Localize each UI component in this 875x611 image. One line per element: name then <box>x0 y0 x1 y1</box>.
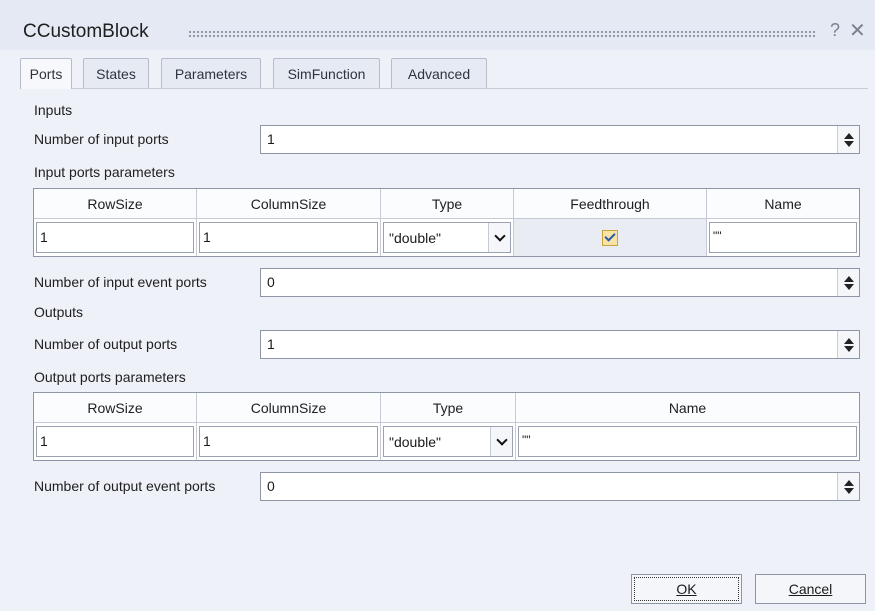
tab-bar: Ports States Parameters SimFunction Adva… <box>20 58 870 89</box>
chevron-down-icon <box>493 229 506 242</box>
spin-up-icon[interactable] <box>843 275 854 282</box>
num-output-event-ports-value: 0 <box>267 478 275 494</box>
columnsize-input[interactable]: 1 <box>199 426 378 457</box>
spin-arrows[interactable] <box>837 126 859 153</box>
table-header: RowSize ColumnSize Type Feedthrough Name <box>34 189 859 219</box>
num-input-ports-spinbox[interactable]: 1 <box>260 125 860 154</box>
num-output-ports-label: Number of output ports <box>34 336 178 352</box>
tab-label: SimFunction <box>287 65 366 82</box>
spin-down-icon[interactable] <box>843 487 854 494</box>
chevron-down-icon <box>495 433 508 446</box>
type-cell: "double" <box>381 423 516 460</box>
column-header: Type <box>381 393 516 422</box>
column-header: ColumnSize <box>197 393 381 422</box>
name-input[interactable]: "" <box>518 426 857 457</box>
type-select[interactable]: "double" <box>383 222 511 253</box>
tab-simfunction[interactable]: SimFunction <box>273 58 380 88</box>
spin-down-icon[interactable] <box>843 283 854 290</box>
num-input-ports-label: Number of input ports <box>34 131 169 147</box>
cancel-button-label: Cancel <box>788 581 833 597</box>
input-ports-table: RowSize ColumnSize Type Feedthrough Name… <box>33 188 860 257</box>
columnsize-cell: 1 <box>197 219 381 256</box>
spin-up-icon[interactable] <box>843 132 854 139</box>
num-input-event-ports-spinbox[interactable]: 0 <box>260 268 860 297</box>
table-row: 1 1 "double" "" <box>34 219 859 256</box>
spin-arrows[interactable] <box>837 269 859 296</box>
ports-panel: Inputs Number of input ports 1 Input por… <box>24 90 868 610</box>
dialog-window: CCustomBlock ? ✕ Ports States Parameters… <box>0 0 875 611</box>
type-dropdown-button[interactable] <box>488 223 510 252</box>
column-header: Name <box>668 399 707 416</box>
type-value: "double" <box>389 434 441 450</box>
tab-states[interactable]: States <box>83 58 149 88</box>
num-output-ports-value: 1 <box>267 336 275 352</box>
feedthrough-checkbox[interactable] <box>602 229 618 246</box>
spin-down-icon[interactable] <box>843 140 854 147</box>
output-ports-table: RowSize ColumnSize Type Name 1 1 "double… <box>33 392 860 461</box>
ok-button[interactable]: OK <box>631 574 742 604</box>
type-cell: "double" <box>381 219 514 256</box>
table-header: RowSize ColumnSize Type Name <box>34 393 859 423</box>
title-bar[interactable]: CCustomBlock ? ✕ <box>0 0 875 50</box>
title-grip <box>188 30 816 38</box>
name-cell: "" <box>707 219 859 256</box>
name-cell: "" <box>516 423 859 460</box>
tab-label: States <box>96 65 136 82</box>
tab-label: Ports <box>29 66 63 82</box>
table-row: 1 1 "double" "" <box>34 423 859 460</box>
rowsize-cell: 1 <box>34 219 197 256</box>
tab-underline <box>20 88 868 89</box>
close-icon[interactable]: ✕ <box>849 18 866 43</box>
type-select[interactable]: "double" <box>383 426 513 457</box>
rowsize-cell: 1 <box>34 423 197 460</box>
column-header: ColumnSize <box>197 189 381 218</box>
columnsize-cell: 1 <box>197 423 381 460</box>
rowsize-input[interactable]: 1 <box>36 426 194 457</box>
num-output-ports-spinbox[interactable]: 1 <box>260 330 860 359</box>
num-output-event-ports-label: Number of output event ports <box>34 478 216 494</box>
tab-parameters[interactable]: Parameters <box>161 58 261 88</box>
name-input[interactable]: "" <box>709 222 857 253</box>
column-header: Type <box>381 189 514 218</box>
num-input-event-ports-label: Number of input event ports <box>34 274 207 290</box>
num-output-event-ports-spinbox[interactable]: 0 <box>260 472 860 501</box>
tab-label: Advanced <box>407 65 471 82</box>
tab-label: Parameters <box>174 65 248 82</box>
column-header: RowSize <box>34 189 197 218</box>
help-icon[interactable]: ? <box>830 20 840 41</box>
cancel-button[interactable]: Cancel <box>755 574 866 604</box>
spin-down-icon[interactable] <box>843 345 854 352</box>
input-ports-params-label: Input ports parameters <box>34 164 175 180</box>
column-header: Feedthrough <box>514 189 707 218</box>
ok-button-label: OK <box>676 581 697 597</box>
column-header: RowSize <box>34 393 197 422</box>
columnsize-input[interactable]: 1 <box>199 222 378 253</box>
num-input-event-ports-value: 0 <box>267 274 275 290</box>
checkmark-icon <box>604 230 616 242</box>
tab-advanced[interactable]: Advanced <box>391 58 487 88</box>
type-value: "double" <box>389 230 441 246</box>
rowsize-input[interactable]: 1 <box>36 222 194 253</box>
type-dropdown-button[interactable] <box>490 427 512 456</box>
window-title: CCustomBlock <box>23 21 149 42</box>
spin-up-icon[interactable] <box>843 337 854 344</box>
output-ports-params-label: Output ports parameters <box>34 369 186 385</box>
spin-up-icon[interactable] <box>843 479 854 486</box>
tab-ports[interactable]: Ports <box>20 58 72 89</box>
column-header: Name <box>764 195 802 212</box>
feedthrough-cell <box>514 219 707 256</box>
spin-arrows[interactable] <box>837 331 859 358</box>
spin-arrows[interactable] <box>837 473 859 500</box>
outputs-section-label: Outputs <box>34 304 84 320</box>
inputs-section-label: Inputs <box>34 102 73 118</box>
num-input-ports-value: 1 <box>267 131 275 147</box>
